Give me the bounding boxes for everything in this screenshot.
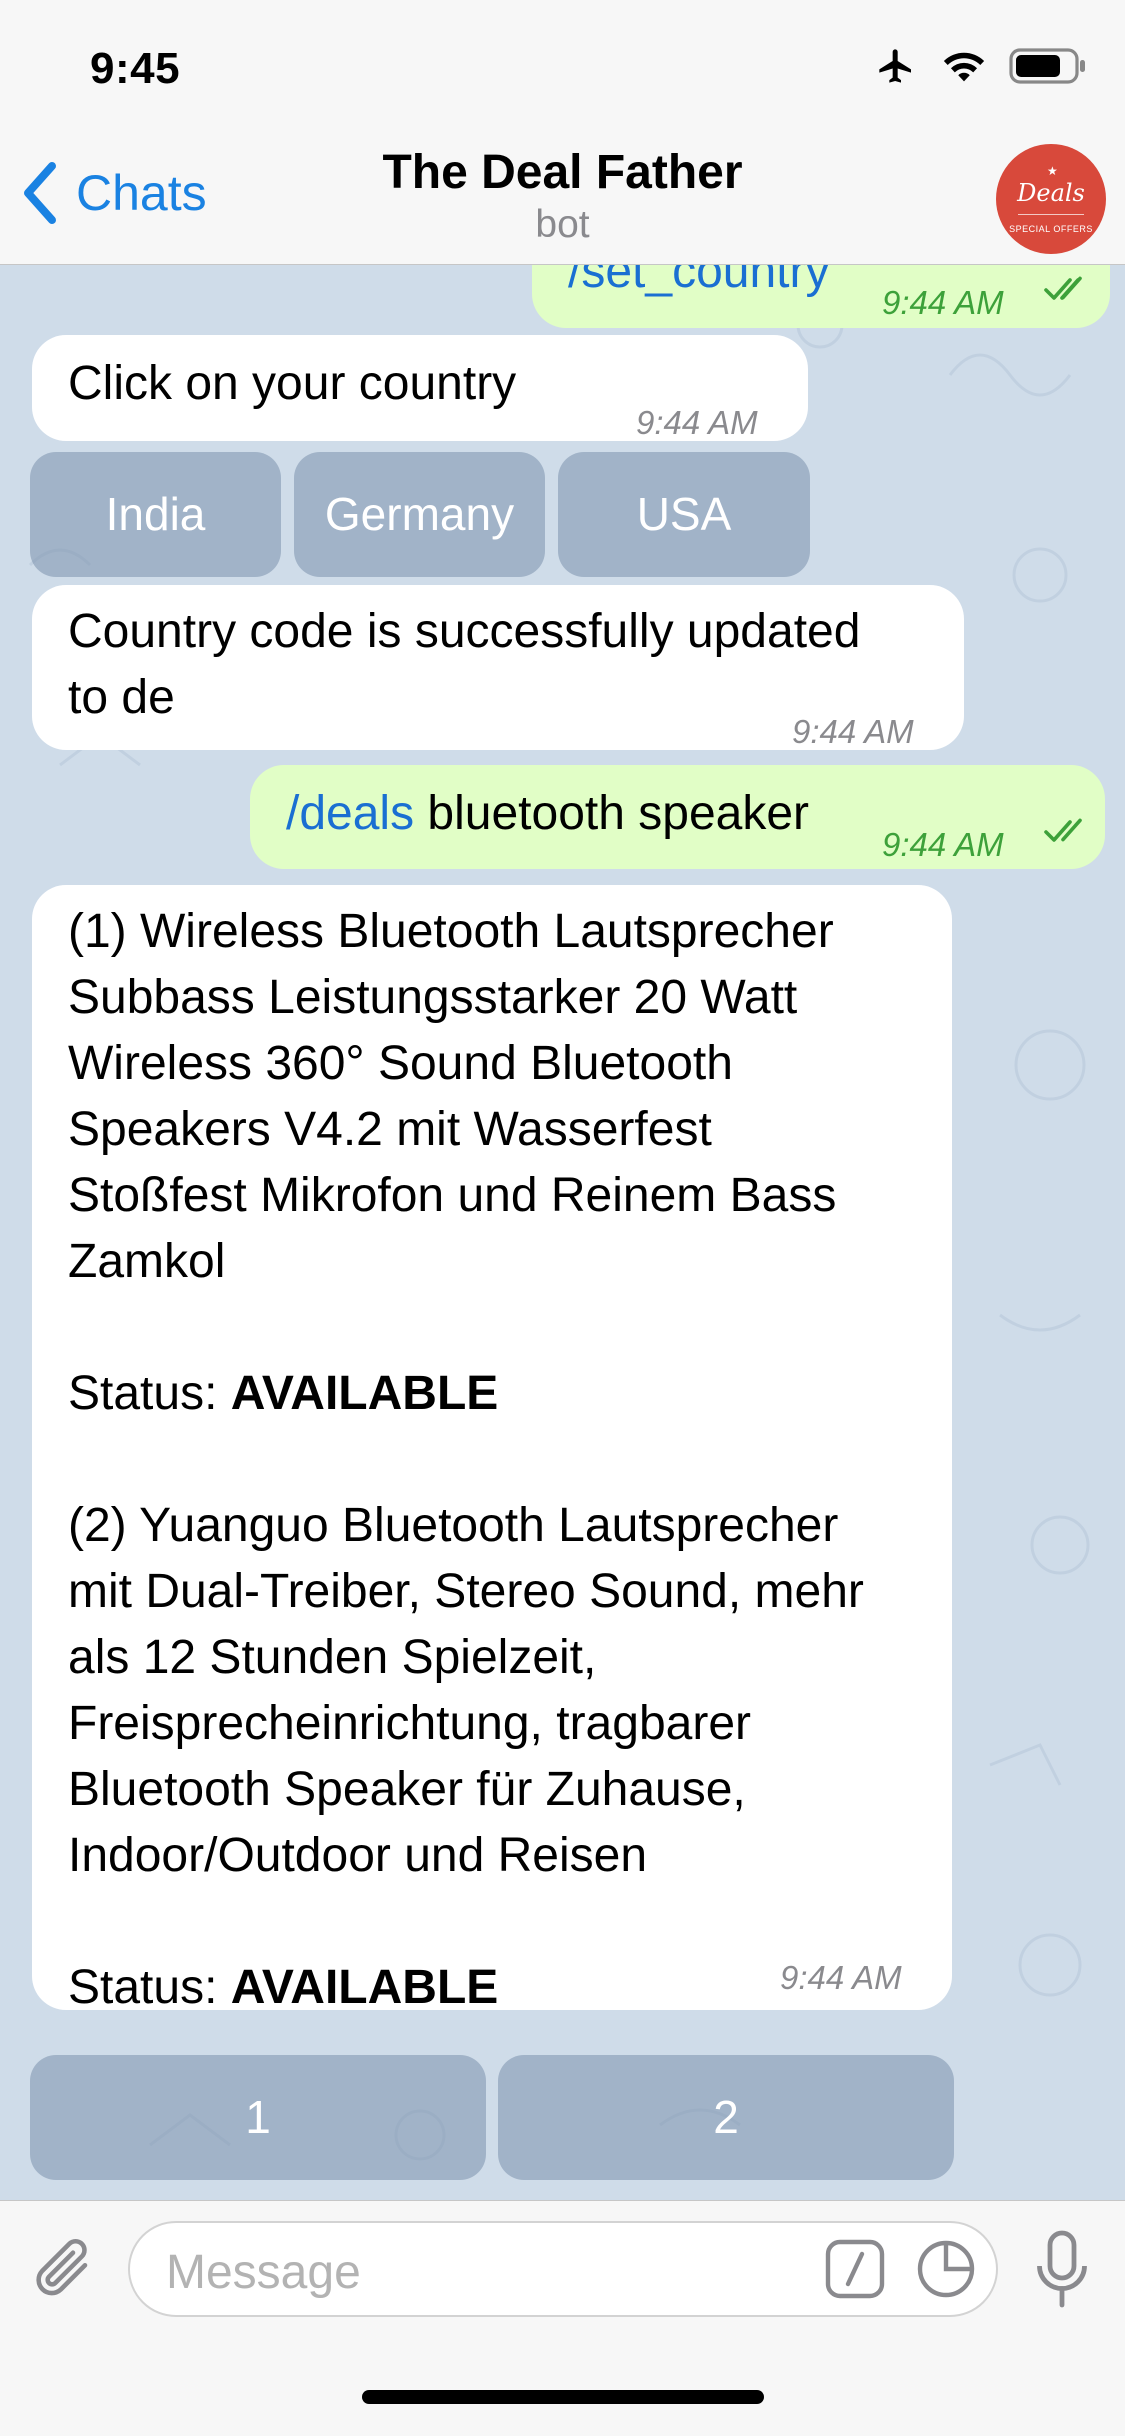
- message-text-line2: to de: [68, 671, 175, 724]
- home-indicator[interactable]: [362, 2390, 764, 2404]
- double-check-icon: [1044, 276, 1082, 300]
- chat-title[interactable]: The Deal Father: [0, 145, 1125, 200]
- sticker-icon[interactable]: [914, 2237, 978, 2301]
- inline-button-usa[interactable]: USA: [558, 452, 810, 577]
- deals-command[interactable]: /deals: [286, 787, 414, 840]
- inline-button-germany[interactable]: Germany: [294, 452, 545, 577]
- deal-line: Subbass Leistungsstarker 20 Watt: [68, 971, 798, 1024]
- navigation-bar: Chats The Deal Father bot ★ Deals SPECIA…: [0, 130, 1125, 265]
- inline-button-page-2[interactable]: 2: [498, 2055, 954, 2180]
- message-time: 9:44 AM: [792, 713, 914, 750]
- status-label: Status:: [68, 1961, 231, 2014]
- message-time: 9:44 AM: [636, 404, 758, 441]
- avatar-divider: [1018, 214, 1084, 215]
- incoming-message-deal-results[interactable]: (1) Wireless Bluetooth Lautsprecher Subb…: [32, 885, 952, 2014]
- incoming-message-country-updated[interactable]: Country code is successfully updated to …: [32, 585, 964, 750]
- microphone-icon[interactable]: [1032, 2227, 1092, 2311]
- status-label: Status:: [68, 1367, 231, 1420]
- inline-button-india[interactable]: India: [30, 452, 281, 577]
- deal-line: Freisprecheinrichtung, tragbarer: [68, 1697, 751, 1750]
- status-value: AVAILABLE: [230, 1367, 499, 1420]
- deal-line: Stoßfest Mikrofon und Reinem Bass: [68, 1169, 837, 1222]
- airplane-icon: [879, 49, 911, 83]
- deal-status-1: Status: AVAILABLE: [68, 1361, 498, 1427]
- deal-line: Zamkol: [68, 1235, 226, 1288]
- avatar-logo-subtext: SPECIAL OFFERS: [1009, 224, 1093, 234]
- message-text: /deals bluetooth speaker: [286, 781, 809, 847]
- deal-line: Bluetooth Speaker für Zuhause,: [68, 1763, 746, 1816]
- avatar[interactable]: ★ Deals SPECIAL OFFERS: [996, 144, 1106, 254]
- slash-command-icon[interactable]: [824, 2238, 886, 2300]
- deal-line: Indoor/Outdoor und Reisen: [68, 1829, 648, 1882]
- wifi-icon: [943, 52, 985, 82]
- status-value: AVAILABLE: [230, 1961, 499, 2014]
- message-text-line1: Country code is successfully updated: [68, 605, 861, 658]
- deal-line: mit Dual-Treiber, Stereo Sound, mehr: [68, 1565, 864, 1618]
- avatar-logo-text: Deals: [1017, 179, 1085, 207]
- deal-item-1[interactable]: (1) Wireless Bluetooth Lautsprecher Subb…: [68, 899, 836, 1295]
- outgoing-message-deals[interactable]: /deals bluetooth speaker 9:44 AM: [250, 765, 1105, 869]
- deal-status-2: Status: AVAILABLE: [68, 1955, 498, 2021]
- attach-icon[interactable]: [30, 2231, 100, 2311]
- deal-item-2[interactable]: (2) Yuanguo Bluetooth Lautsprecher mit D…: [68, 1493, 864, 1889]
- incoming-message-click-country[interactable]: Click on your country 9:44 AM: [32, 335, 808, 441]
- message-time: 9:44 AM: [882, 826, 1004, 863]
- message-time: 9:44 AM: [780, 1959, 902, 1996]
- status-bar: 9:45: [0, 0, 1125, 130]
- inline-button-page-1[interactable]: 1: [30, 2055, 486, 2180]
- deal-line: als 12 Stunden Spielzeit,: [68, 1631, 597, 1684]
- status-icons: [873, 46, 1089, 86]
- deal-line: (1) Wireless Bluetooth Lautsprecher: [68, 905, 834, 958]
- deal-line: (2) Yuanguo Bluetooth Lautsprecher: [68, 1499, 839, 1552]
- battery-icon: [1009, 48, 1085, 84]
- message-time: 9:44 AM: [882, 284, 1004, 321]
- message-input[interactable]: Message: [128, 2221, 998, 2317]
- status-time: 9:45: [90, 44, 181, 93]
- chat-subtitle: bot: [535, 203, 590, 246]
- command-text[interactable]: /set_country: [568, 265, 829, 305]
- message-text: Click on your country: [68, 357, 517, 410]
- star-icon: ★: [1047, 164, 1058, 178]
- double-check-icon: [1044, 818, 1082, 842]
- message-placeholder: Message: [166, 2246, 361, 2299]
- deal-line: Speakers V4.2 mit Wasserfest: [68, 1103, 712, 1156]
- deal-line: Wireless 360° Sound Bluetooth: [68, 1037, 733, 1090]
- outgoing-message-set-country[interactable]: /set_country 9:44 AM: [532, 265, 1110, 328]
- chat-area[interactable]: /set_country 9:44 AM Click on your count…: [0, 265, 1125, 2200]
- deals-query: bluetooth speaker: [414, 787, 810, 840]
